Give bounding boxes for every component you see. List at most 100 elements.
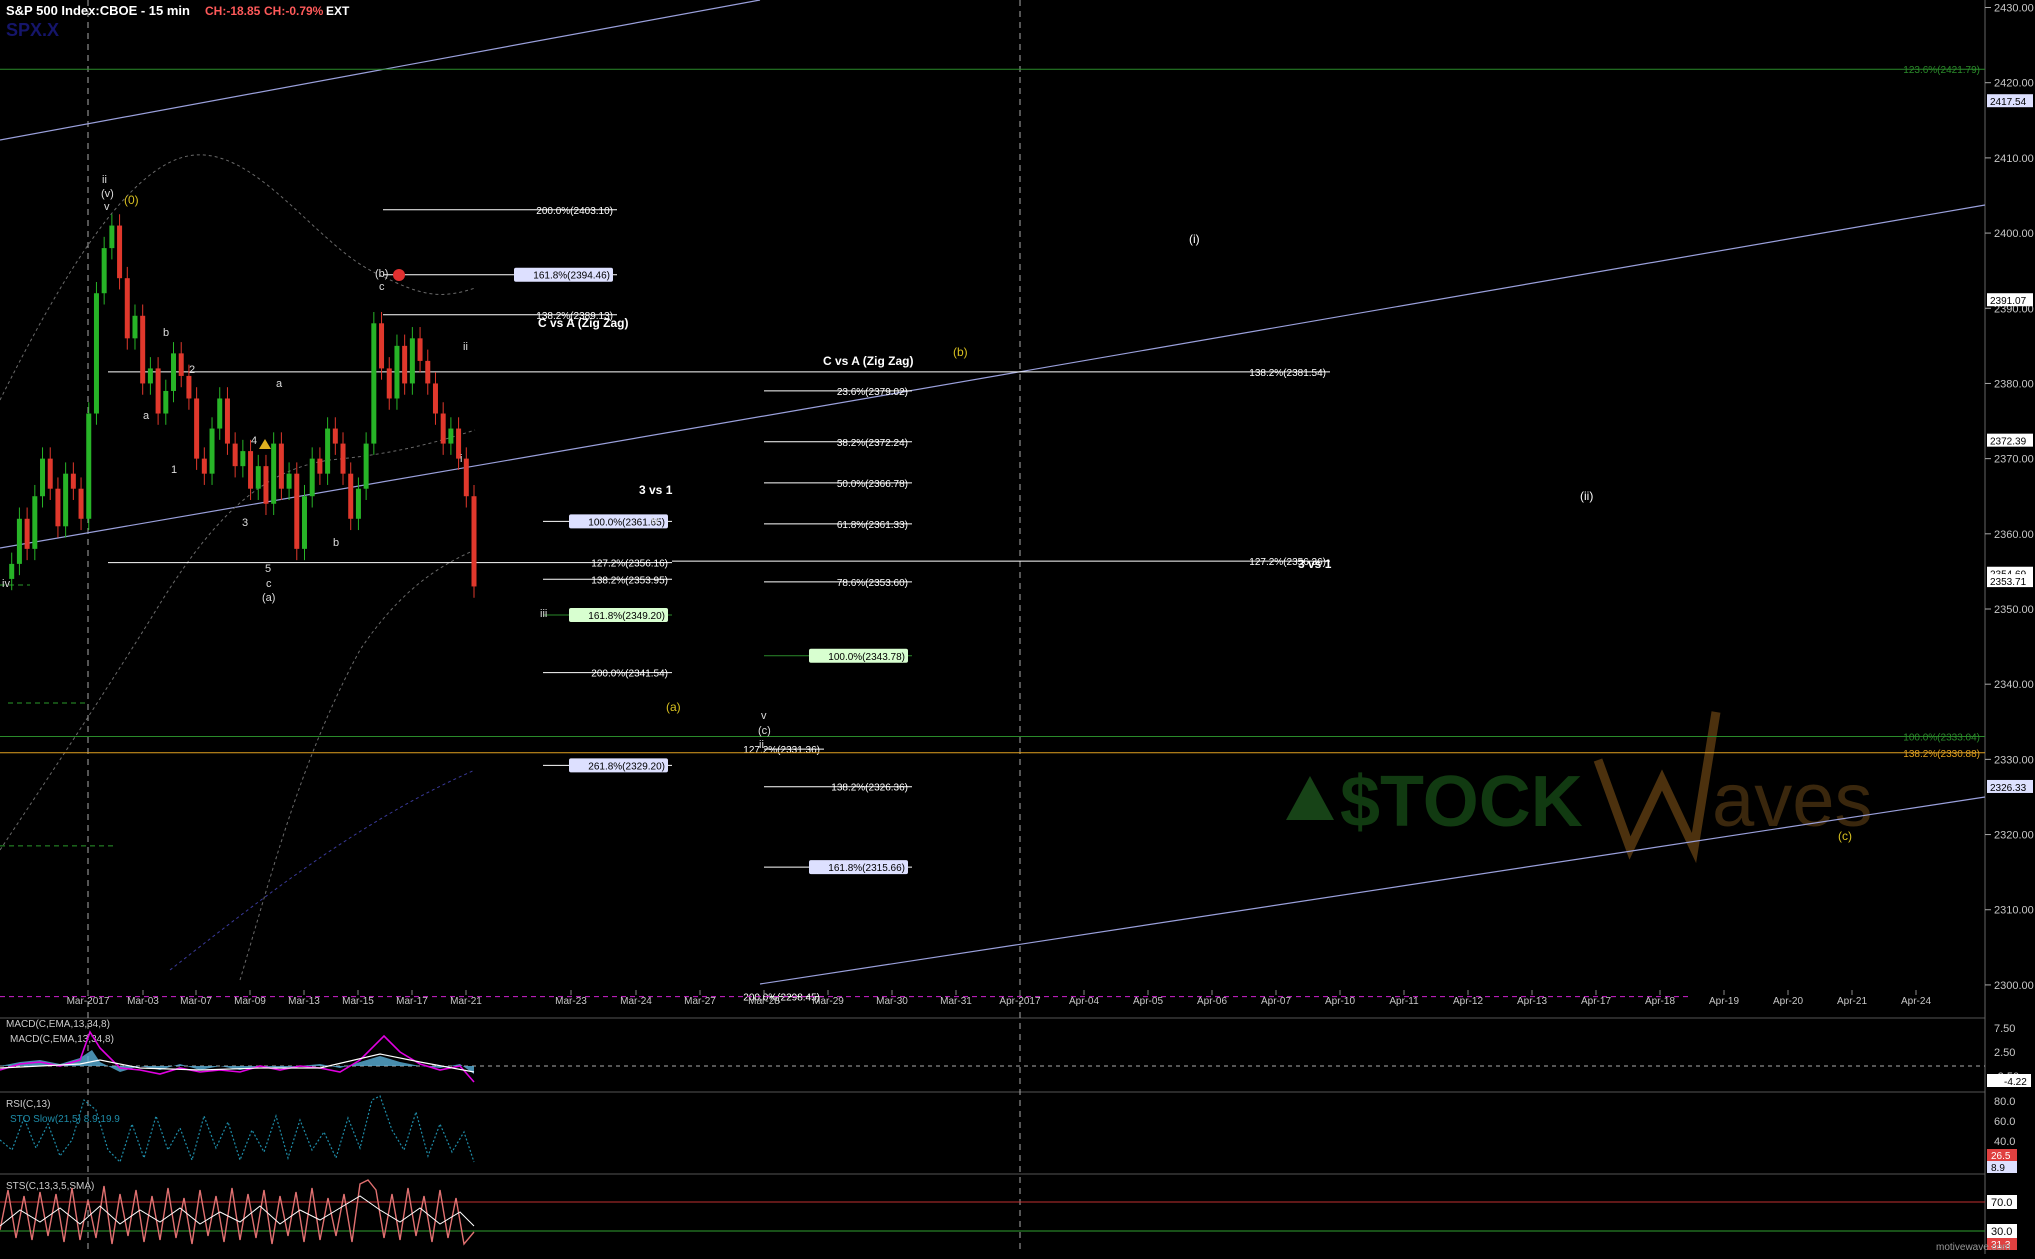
candle-body [386,368,392,399]
price-tick-label: 2430.00 [1994,3,2034,15]
candle-body [155,368,161,414]
footer-brand: motivewave.com [1936,1242,2010,1253]
macd-tick-label: 7.50 [1994,1023,2015,1035]
price-tag-label: 2372.39 [1990,437,2027,448]
fib-label: 61.8%(2361.33) [837,520,908,531]
time-tick-label: Apr-04 [1069,996,1099,1007]
time-tick-label: Mar-03 [127,996,159,1007]
wave-label: 1 [171,464,177,476]
fib-label: 161.8%(2349.20) [588,611,665,622]
candle-body [209,428,215,474]
candle-body [63,473,69,527]
rsi-tick-label: 40.0 [1994,1136,2015,1148]
wave-label: c [266,578,272,590]
candle-body [340,443,346,474]
wave-label: ii [759,739,764,751]
wave-label: (a) [262,592,275,604]
time-tick-label: Mar-15 [342,996,374,1007]
price-tick-label: 2320.00 [1994,830,2034,842]
candle-body [217,398,223,429]
wave-label: i [460,453,462,465]
fib-label: 50.0%(2366.78) [837,479,908,490]
wave-label: v [104,201,110,213]
annotation-c-vs-a-2: C vs A (Zig Zag) [823,354,913,368]
candle-body [70,473,76,489]
wave-label: b [163,327,169,339]
wave-label: iii [540,608,547,620]
time-tick-label: Mar-31 [940,996,972,1007]
candle-body [448,428,454,444]
fib-label: 138.2%(2326.36) [831,783,908,794]
fib-label: 138.2%(2353.95) [591,575,668,586]
candle-body [147,368,153,384]
candle-body [40,458,46,497]
time-tick-label: Mar-09 [234,996,266,1007]
fib-label: 261.8%(2329.20) [588,761,665,772]
wave-label: 4 [251,435,257,447]
price-tag-label: 2417.54 [1990,97,2027,108]
time-tick-label: Apr-21 [1837,996,1867,1007]
candle-body [124,278,130,339]
fib-label: 127.2%(2331.36) [743,745,820,756]
warning-marker-icon [393,269,405,281]
candle-body [201,458,207,474]
time-tick-label: Apr-24 [1901,996,1931,1007]
candle-body [432,383,438,414]
fib-label: 78.6%(2353.60) [837,578,908,589]
candle-body [232,443,238,467]
wave-label: (v) [101,188,114,200]
candle-body [425,360,431,384]
candle-body [348,473,354,519]
time-tick-label: Mar-07 [180,996,212,1007]
candle-body [86,413,92,519]
candle-body [409,338,415,384]
change-abs: CH:-18.85 [205,4,261,18]
fib-label: 23.6%(2379.02) [837,387,908,398]
time-tick-label: Apr-18 [1645,996,1675,1007]
wave-label: iv [651,515,659,527]
wave-label: a [143,410,150,422]
wave-label: ii [463,341,468,353]
annotation-wave-a: (a) [666,700,681,714]
candle-body [248,451,254,489]
time-tick-label: Mar-27 [684,996,716,1007]
rsi-tag-label: 26.5 [1991,1151,2011,1162]
watermark-stock: $TOCK [1340,762,1583,842]
candle-body [332,428,338,444]
price-tick-label: 2360.00 [1994,529,2034,541]
wave-label: 2 [189,364,195,376]
wave-label: (b) [375,268,388,280]
candle-body [294,473,300,549]
time-tick-label: Apr-13 [1517,996,1547,1007]
price-chart[interactable]: $TOCK aves 200.0%(2403.10)161.8%(2394.46… [0,0,2035,1254]
wave-label: a [276,378,283,390]
price-tick-label: 2410.00 [1994,153,2034,165]
candle-body [186,375,192,399]
symbol-watermark: SPX.X [6,20,59,40]
sts-tag-top: 70.0 [1991,1197,2012,1209]
price-tick-label: 2370.00 [1994,454,2034,466]
sto-tag-label: 8.9 [1991,1163,2005,1174]
candle-body [263,466,269,504]
time-tick-label: Apr-11 [1389,996,1419,1007]
candle-body [363,443,369,489]
time-tick-label: Apr-12 [1453,996,1483,1007]
chart-window: $TOCK aves 200.0%(2403.10) 161.8%(2394.46… [0,0,2035,1254]
fib-label: 100.0%(2343.78) [828,652,905,663]
time-tick-label: Mar-21 [450,996,482,1007]
candle-body [278,443,284,489]
time-tick-label: Mar-30 [876,996,908,1007]
wave-label: 5 [265,563,271,575]
time-tick-label: Apr-20 [1773,996,1803,1007]
chart-title: S&P 500 Index:CBOE - 15 min [6,3,190,18]
annotation-wave-0: (0) [124,193,139,207]
rsi-tick-label: 60.0 [1994,1116,2015,1128]
candle-body [463,458,469,497]
candle-body [379,323,385,369]
sts-tag-mid: 30.0 [1991,1226,2012,1238]
candle-body [394,345,400,399]
candle-body [240,451,246,467]
time-tick-label: Mar-13 [288,996,320,1007]
candle-body [402,345,408,384]
fib-label: 100.0%(2333.04) [1903,733,1980,744]
